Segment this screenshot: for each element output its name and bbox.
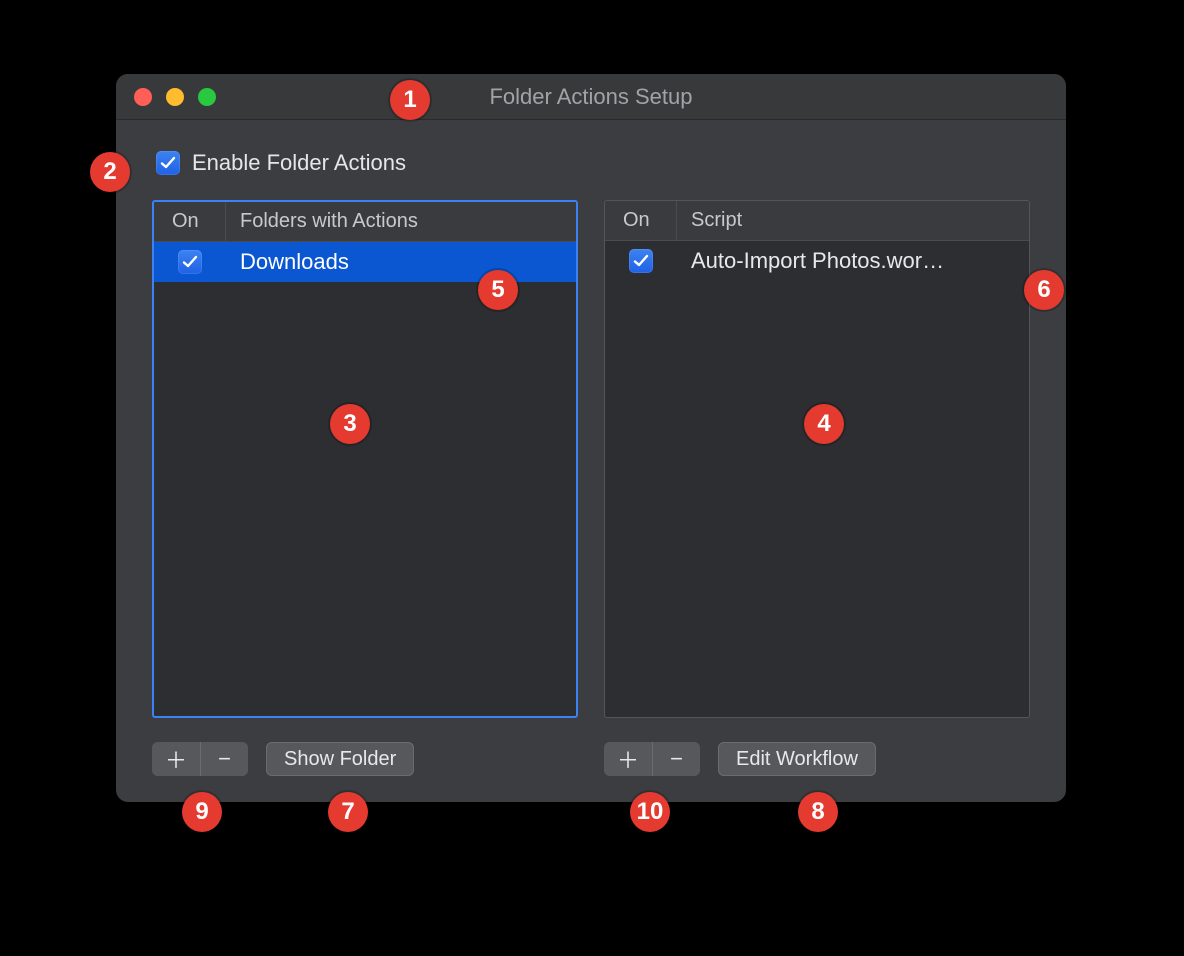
window-title: Folder Actions Setup <box>116 84 1066 110</box>
enable-folder-actions-label: Enable Folder Actions <box>192 150 406 176</box>
folders-column-headers: On Folders with Actions <box>154 202 576 242</box>
minus-icon: − <box>218 746 231 772</box>
check-icon <box>633 253 649 269</box>
scripts-pane: On Script Auto-Import Photos.wor… <box>604 200 1030 776</box>
remove-folder-button[interactable]: − <box>200 742 248 776</box>
folders-add-remove-group: ＋ − <box>152 742 248 776</box>
scripts-column-headers: On Script <box>605 201 1029 241</box>
remove-script-button[interactable]: − <box>652 742 700 776</box>
scripts-listbox[interactable]: On Script Auto-Import Photos.wor… <box>604 200 1030 718</box>
close-window-button[interactable] <box>134 88 152 106</box>
minimize-window-button[interactable] <box>166 88 184 106</box>
scripts-name-header[interactable]: Script <box>677 201 1029 240</box>
plus-icon: ＋ <box>617 743 639 775</box>
window-body: Enable Folder Actions On Folders with Ac… <box>116 120 1066 802</box>
script-row-checkbox[interactable] <box>629 249 653 273</box>
folder-actions-window: Folder Actions Setup Enable Folder Actio… <box>116 74 1066 802</box>
add-script-button[interactable]: ＋ <box>604 742 652 776</box>
titlebar[interactable]: Folder Actions Setup <box>116 74 1066 120</box>
scripts-toolbar: ＋ − Edit Workflow <box>604 742 1030 776</box>
check-icon <box>182 254 198 270</box>
zoom-window-button[interactable] <box>198 88 216 106</box>
minus-icon: − <box>670 746 683 772</box>
enable-folder-actions-row: Enable Folder Actions <box>156 150 1030 176</box>
script-row-name: Auto-Import Photos.wor… <box>677 248 1029 274</box>
folders-rows: Downloads <box>154 242 576 716</box>
scripts-on-header[interactable]: On <box>605 201 677 240</box>
folder-row-name: Downloads <box>226 249 576 275</box>
plus-icon: ＋ <box>165 743 187 775</box>
add-folder-button[interactable]: ＋ <box>152 742 200 776</box>
show-folder-button[interactable]: Show Folder <box>266 742 414 776</box>
window-controls <box>116 88 216 106</box>
enable-folder-actions-checkbox[interactable] <box>156 151 180 175</box>
script-row[interactable]: Auto-Import Photos.wor… <box>605 241 1029 281</box>
scripts-add-remove-group: ＋ − <box>604 742 700 776</box>
folder-row-checkbox[interactable] <box>178 250 202 274</box>
folders-on-header[interactable]: On <box>154 202 226 241</box>
scripts-rows: Auto-Import Photos.wor… <box>605 241 1029 717</box>
folder-row[interactable]: Downloads <box>154 242 576 282</box>
check-icon <box>160 155 176 171</box>
edit-workflow-button[interactable]: Edit Workflow <box>718 742 876 776</box>
lists-container: On Folders with Actions Downloads <box>152 200 1030 776</box>
folders-pane: On Folders with Actions Downloads <box>152 200 578 776</box>
folders-name-header[interactable]: Folders with Actions <box>226 202 576 241</box>
folders-toolbar: ＋ − Show Folder <box>152 742 578 776</box>
folders-listbox[interactable]: On Folders with Actions Downloads <box>152 200 578 718</box>
